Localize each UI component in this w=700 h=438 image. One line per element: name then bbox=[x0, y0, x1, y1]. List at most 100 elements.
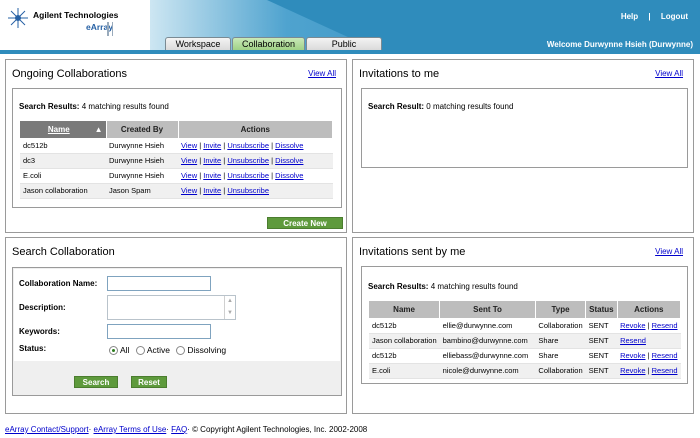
cell-actions: Revoke | Resend bbox=[617, 318, 681, 334]
action-link-unsubscribe[interactable]: Unsubscribe bbox=[227, 156, 269, 165]
column-header-status: Status bbox=[585, 301, 618, 318]
action-link-revoke[interactable]: Revoke bbox=[620, 366, 645, 375]
view-all-link[interactable]: View All bbox=[308, 69, 336, 78]
status-option-label: All bbox=[120, 345, 130, 355]
cell-status: SENT bbox=[585, 348, 618, 364]
search-button[interactable]: Search bbox=[74, 376, 118, 388]
cell-name: dc3 bbox=[20, 153, 106, 169]
terms-of-use-link[interactable]: eArray Terms of Use bbox=[94, 425, 167, 434]
cell-created-by: Jason Spam bbox=[106, 183, 178, 199]
agilent-spark-icon bbox=[8, 8, 28, 28]
welcome-message: Welcome Durwynne Hsieh (Durwynne) bbox=[546, 40, 693, 49]
header-links: Help | Logout bbox=[617, 12, 692, 21]
radio-checked-icon[interactable] bbox=[109, 346, 118, 356]
cell-name: dc512b bbox=[369, 348, 440, 364]
action-link-invite[interactable]: Invite bbox=[203, 156, 221, 165]
tab-collaboration[interactable]: Collaboration bbox=[232, 37, 305, 51]
help-link[interactable]: Help bbox=[621, 12, 638, 21]
invitations-to-me-panel: Invitations to me View All Search Result… bbox=[352, 59, 694, 233]
table-row: dc512b Durwynne Hsieh View | Invite | Unsu… bbox=[20, 138, 333, 154]
cell-sent-to: nicole@durwynne.com bbox=[439, 363, 536, 379]
collaboration-name-input[interactable] bbox=[107, 276, 211, 291]
tab-workspace[interactable]: Workspace bbox=[165, 37, 231, 51]
action-link-view[interactable]: View bbox=[181, 156, 197, 165]
status-option-dissolving[interactable]: Dissolving bbox=[176, 345, 227, 356]
status-option-active[interactable]: Active bbox=[135, 345, 173, 356]
cell-status: SENT bbox=[585, 363, 618, 379]
column-header-label: Name bbox=[47, 125, 70, 134]
view-all-link[interactable]: View All bbox=[655, 247, 683, 256]
search-results-count: 4 matching results found bbox=[81, 102, 169, 111]
action-link-revoke[interactable]: Revoke bbox=[620, 351, 645, 360]
status-option-label: Dissolving bbox=[187, 345, 227, 355]
action-link-dissolve[interactable]: Dissolve bbox=[275, 171, 303, 180]
scroll-up-icon[interactable]: ▲ bbox=[225, 296, 235, 308]
create-new-button[interactable]: Create New bbox=[267, 217, 343, 229]
action-link-view[interactable]: View bbox=[181, 141, 197, 150]
action-link-unsubscribe[interactable]: Unsubscribe bbox=[227, 171, 269, 180]
search-results-label: Search Results: bbox=[368, 282, 429, 291]
contact-support-link[interactable]: eArray Contact/Support bbox=[5, 425, 89, 434]
header-rule bbox=[0, 50, 700, 54]
table-row: Jason collaboration Jason Spam View | Invi… bbox=[20, 183, 333, 199]
action-link-revoke[interactable]: Revoke bbox=[620, 321, 645, 330]
status-option-all[interactable]: All bbox=[109, 345, 132, 356]
table-row: E.coli nicole@durwynne.com Collaboration SE… bbox=[369, 363, 681, 379]
view-all-link[interactable]: View All bbox=[655, 69, 683, 78]
cell-name: dc512b bbox=[20, 138, 106, 154]
action-link-resend[interactable]: Resend bbox=[652, 366, 678, 375]
table-header-row: Name Sent To Type Status Actions bbox=[369, 301, 682, 318]
logout-link[interactable]: Logout bbox=[661, 12, 688, 21]
action-link-unsubscribe[interactable]: Unsubscribe bbox=[227, 186, 269, 195]
column-header-name: Name bbox=[369, 301, 441, 318]
cell-actions: View | Invite | Unsubscribe | Dissolve bbox=[178, 138, 333, 154]
product-logo-bars bbox=[107, 22, 113, 36]
table-header-row: Name ▲ Created By Actions bbox=[20, 121, 333, 138]
column-header-name[interactable]: Name ▲ bbox=[20, 121, 107, 138]
invitations-sent-table: Name Sent To Type Status Actions dc512b e… bbox=[369, 301, 682, 379]
radio-icon[interactable] bbox=[176, 346, 186, 356]
status-radio-group: All Active Dissolving bbox=[109, 345, 230, 356]
keywords-label: Keywords: bbox=[19, 327, 60, 336]
search-results-count: 0 matching results found bbox=[426, 102, 514, 111]
textarea-scrollbar[interactable]: ▲ ▼ bbox=[224, 296, 235, 319]
ongoing-collaborations-panel: Ongoing Collaborations View All Search R… bbox=[5, 59, 347, 233]
action-link-invite[interactable]: Invite bbox=[203, 171, 221, 180]
description-textarea[interactable]: ▲ ▼ bbox=[107, 295, 236, 320]
reset-button[interactable]: Reset bbox=[131, 376, 167, 388]
cell-actions: View | Invite | Unsubscribe | Dissolve bbox=[178, 168, 333, 184]
keywords-input[interactable] bbox=[107, 324, 211, 339]
action-link-invite[interactable]: Invite bbox=[203, 186, 221, 195]
action-link-invite[interactable]: Invite bbox=[203, 141, 221, 150]
table-row: dc512b ellie@durwynne.com Collaboration SEN… bbox=[369, 318, 681, 334]
scroll-down-icon[interactable]: ▼ bbox=[225, 308, 235, 320]
search-results-summary: Search Result: 0 matching results found bbox=[368, 102, 513, 111]
action-link-view[interactable]: View bbox=[181, 171, 197, 180]
cell-name: E.coli bbox=[369, 363, 440, 379]
action-link-dissolve[interactable]: Dissolve bbox=[275, 141, 303, 150]
faq-link[interactable]: FAQ bbox=[171, 425, 187, 434]
cell-type: Share bbox=[535, 333, 586, 349]
invitations-sent-panel: Invitations sent by me View All Search R… bbox=[352, 237, 694, 414]
collaborations-table: Name ▲ Created By Actions dc512b Durwynne… bbox=[20, 121, 333, 199]
table-row: Jason collaboration bambino@durwynne.com S… bbox=[369, 333, 681, 349]
panel-title: Ongoing Collaborations bbox=[12, 68, 127, 80]
action-link-dissolve[interactable]: Dissolve bbox=[275, 156, 303, 165]
cell-sent-to: bambino@durwynne.com bbox=[439, 333, 536, 349]
action-link-unsubscribe[interactable]: Unsubscribe bbox=[227, 141, 269, 150]
tab-public[interactable]: Public bbox=[306, 37, 382, 51]
cell-type: Collaboration bbox=[535, 363, 586, 379]
sort-desc-icon: ▲ bbox=[94, 125, 103, 134]
action-link-resend[interactable]: Resend bbox=[620, 336, 646, 345]
action-link-resend[interactable]: Resend bbox=[652, 351, 678, 360]
panel-title: Search Collaboration bbox=[12, 246, 115, 258]
action-link-view[interactable]: View bbox=[181, 186, 197, 195]
column-header-actions: Actions bbox=[178, 121, 333, 138]
header-link-separator: | bbox=[648, 12, 651, 21]
cell-actions: Revoke | Resend bbox=[617, 363, 681, 379]
results-box: Search Results: 4 matching results found… bbox=[12, 88, 342, 208]
cell-type: Share bbox=[535, 348, 586, 364]
app-header: Agilent Technologies eArray Help | Logou… bbox=[0, 0, 700, 51]
action-link-resend[interactable]: Resend bbox=[652, 321, 678, 330]
radio-icon[interactable] bbox=[135, 346, 145, 356]
